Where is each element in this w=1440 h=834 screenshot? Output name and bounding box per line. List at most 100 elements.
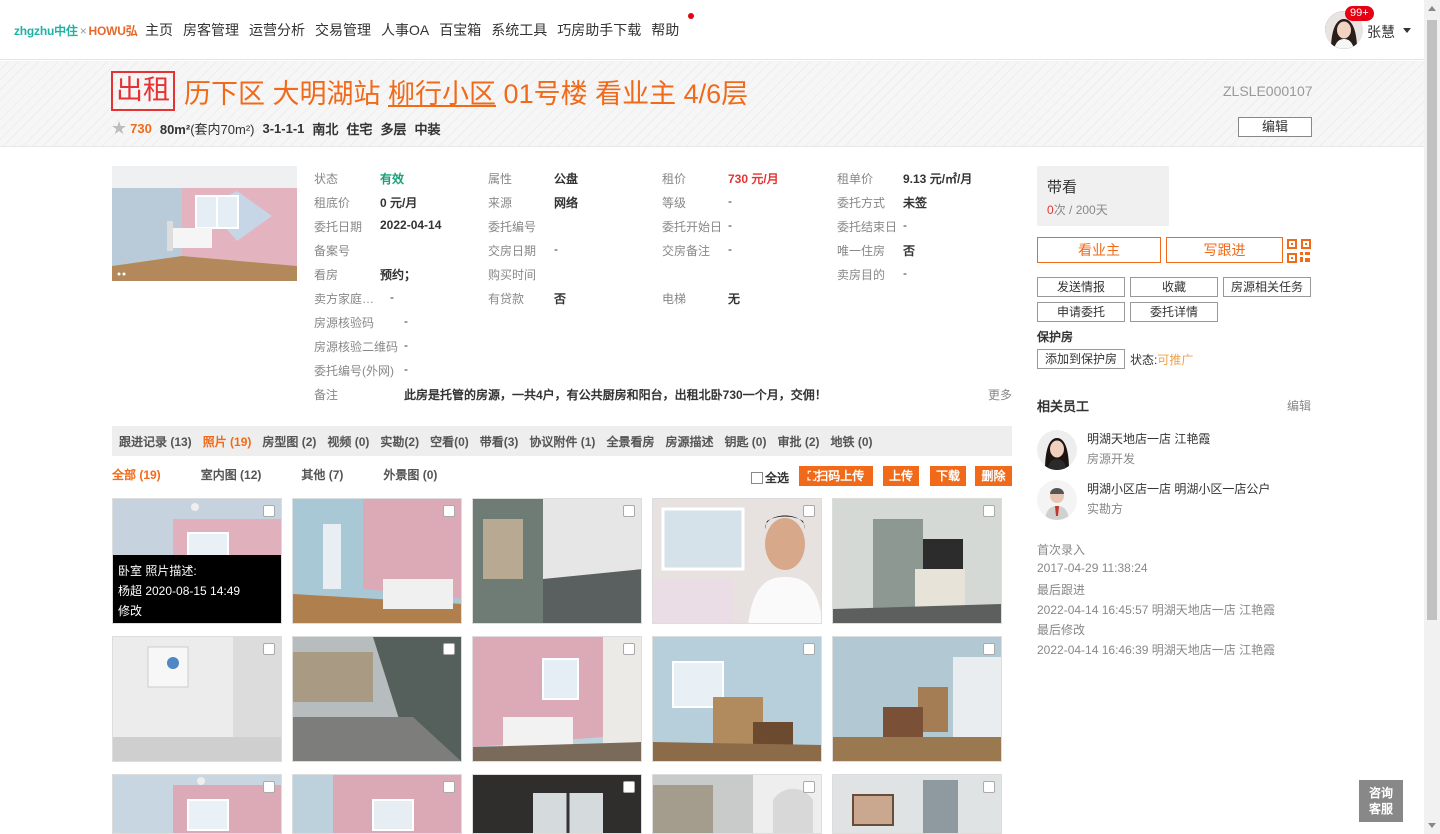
title-community-link[interactable]: 柳行小区 xyxy=(388,79,496,109)
photo-checkbox[interactable] xyxy=(983,643,995,655)
delete-button[interactable]: 删除 xyxy=(975,466,1012,486)
house-task-button[interactable]: 房源相关任务 xyxy=(1223,277,1311,297)
subtab-other[interactable]: 其他 (7) xyxy=(301,466,343,483)
staff-edit-link[interactable]: 编辑 xyxy=(1287,397,1311,414)
photo-thumb[interactable] xyxy=(652,636,822,762)
photo-checkbox[interactable] xyxy=(263,643,275,655)
photo-checkbox[interactable] xyxy=(263,505,275,517)
summary-area-value: 80m² xyxy=(159,122,191,137)
customer-service-button[interactable]: 咨询 客服 xyxy=(1359,780,1403,822)
menu-hr-oa[interactable]: 人事OA xyxy=(381,20,429,40)
tab-follow[interactable]: 跟进记录 (13) xyxy=(119,433,192,450)
photo-thumb[interactable] xyxy=(292,498,462,624)
tab-approval[interactable]: 审批 (2) xyxy=(777,433,819,450)
photo-thumb[interactable] xyxy=(292,636,462,762)
star-icon[interactable]: ★ xyxy=(111,118,127,139)
tab-empty-view[interactable]: 空看(0) xyxy=(430,433,469,450)
username[interactable]: 张慧 xyxy=(1367,22,1395,42)
info-status: 状态 有效 xyxy=(314,170,404,187)
info-loan-label: 有贷款 xyxy=(488,292,525,306)
apply-entrust-button[interactable]: 申请委托 xyxy=(1037,302,1125,322)
photo-checkbox[interactable] xyxy=(443,505,455,517)
scroll-up-icon[interactable] xyxy=(1428,6,1436,11)
info-floor-price-value: 0 元/月 xyxy=(380,196,418,210)
photo-checkbox[interactable] xyxy=(623,505,635,517)
menu-toolbox[interactable]: 百宝箱 xyxy=(439,20,481,40)
photo-thumb[interactable] xyxy=(652,498,822,624)
photo-checkbox[interactable] xyxy=(623,781,635,793)
photo-checkbox[interactable] xyxy=(983,505,995,517)
photo-thumb[interactable] xyxy=(472,636,642,762)
photo-checkbox[interactable] xyxy=(803,505,815,517)
tab-vr[interactable]: 全景看房 xyxy=(606,433,654,450)
photo-checkbox[interactable] xyxy=(803,643,815,655)
photo-thumb[interactable] xyxy=(832,498,1002,624)
select-all[interactable]: 全选 xyxy=(751,469,789,486)
info-elevator: 电梯 无 xyxy=(662,290,740,307)
qr-code-icon[interactable] xyxy=(1287,239,1311,263)
menu-help[interactable]: 帮助 xyxy=(651,13,695,40)
info-attr: 属性 公盘 xyxy=(488,170,578,187)
photo-thumb[interactable] xyxy=(112,636,282,762)
subtab-outdoor[interactable]: 外景图 (0) xyxy=(383,466,437,483)
edit-house-button[interactable]: 编辑 xyxy=(1238,117,1312,137)
tab-description[interactable]: 房源描述 xyxy=(665,433,713,450)
photo-thumb[interactable]: 卧室 照片描述: 杨超 2020-08-15 14:49 修改 xyxy=(112,498,282,624)
menu-customer[interactable]: 房客管理 xyxy=(183,20,239,40)
tab-subway[interactable]: 地铁 (0) xyxy=(831,433,873,450)
photo-thumb[interactable] xyxy=(832,636,1002,762)
photo-thumb[interactable] xyxy=(472,498,642,624)
photo-thumb[interactable] xyxy=(292,774,462,834)
photo-image xyxy=(293,775,461,833)
tab-viewing[interactable]: 带看(3) xyxy=(480,433,519,450)
tab-keys[interactable]: 钥匙 (0) xyxy=(724,433,766,450)
scroll-down-icon[interactable] xyxy=(1428,823,1436,828)
staff-avatar[interactable] xyxy=(1037,480,1077,520)
photo-checkbox[interactable] xyxy=(443,781,455,793)
cover-photo[interactable] xyxy=(112,166,297,281)
menu-system[interactable]: 系统工具 xyxy=(491,20,547,40)
send-info-button[interactable]: 发送情报 xyxy=(1037,277,1125,297)
photo-thumb[interactable] xyxy=(652,774,822,834)
notification-dot xyxy=(688,13,695,19)
menu-download[interactable]: 巧房助手下载 xyxy=(557,20,641,40)
menu-home[interactable]: 主页 xyxy=(145,20,173,40)
write-follow-button[interactable]: 写跟进 xyxy=(1166,237,1283,263)
user-menu[interactable]: 99+ 张慧 xyxy=(1325,6,1411,49)
info-verify-code-value: - xyxy=(404,314,408,328)
photo-checkbox[interactable] xyxy=(263,781,275,793)
photo-edit-link[interactable]: 修改 xyxy=(118,601,278,621)
house-code: ZLSLE000107 xyxy=(1223,83,1313,99)
select-all-checkbox[interactable] xyxy=(751,471,763,484)
scroll-thumb[interactable] xyxy=(1427,20,1437,620)
page-scrollbar[interactable] xyxy=(1424,0,1440,834)
photo-checkbox[interactable] xyxy=(803,781,815,793)
chevron-down-icon[interactable] xyxy=(1403,28,1411,33)
tab-survey[interactable]: 实勘(2) xyxy=(380,433,419,450)
download-button[interactable]: 下载 xyxy=(930,466,966,486)
photo-checkbox[interactable] xyxy=(623,643,635,655)
add-protect-button[interactable]: 添加到保护房 xyxy=(1037,349,1125,369)
tab-photos[interactable]: 照片 (19) xyxy=(203,433,252,450)
photo-thumb[interactable] xyxy=(472,774,642,834)
photo-checkbox[interactable] xyxy=(983,781,995,793)
menu-trade[interactable]: 交易管理 xyxy=(315,20,371,40)
photo-checkbox[interactable] xyxy=(443,643,455,655)
tab-attachments[interactable]: 协议附件 (1) xyxy=(529,433,595,450)
subtab-all[interactable]: 全部 (19) xyxy=(112,466,161,483)
favorite-button[interactable]: 收藏 xyxy=(1130,277,1218,297)
menu-analysis[interactable]: 运营分析 xyxy=(249,20,305,40)
upload-button[interactable]: 上传 xyxy=(883,466,919,486)
scan-upload-button[interactable]: ⛶扫码上传 xyxy=(799,466,873,486)
subtab-indoor[interactable]: 室内图 (12) xyxy=(201,466,262,483)
entrust-detail-button[interactable]: 委托详情 xyxy=(1130,302,1218,322)
more-link[interactable]: 更多 xyxy=(988,386,1012,403)
message-badge[interactable]: 99+ xyxy=(1345,6,1374,21)
logo[interactable]: zhgzhu中住 × HOWU弘 xyxy=(14,22,138,39)
tab-floorplan[interactable]: 房型图 (2) xyxy=(262,433,316,450)
staff-avatar[interactable] xyxy=(1037,430,1077,470)
photo-thumb[interactable] xyxy=(112,774,282,834)
photo-thumb[interactable] xyxy=(832,774,1002,834)
tab-video[interactable]: 视频 (0) xyxy=(327,433,369,450)
see-owner-button[interactable]: 看业主 xyxy=(1037,237,1161,263)
